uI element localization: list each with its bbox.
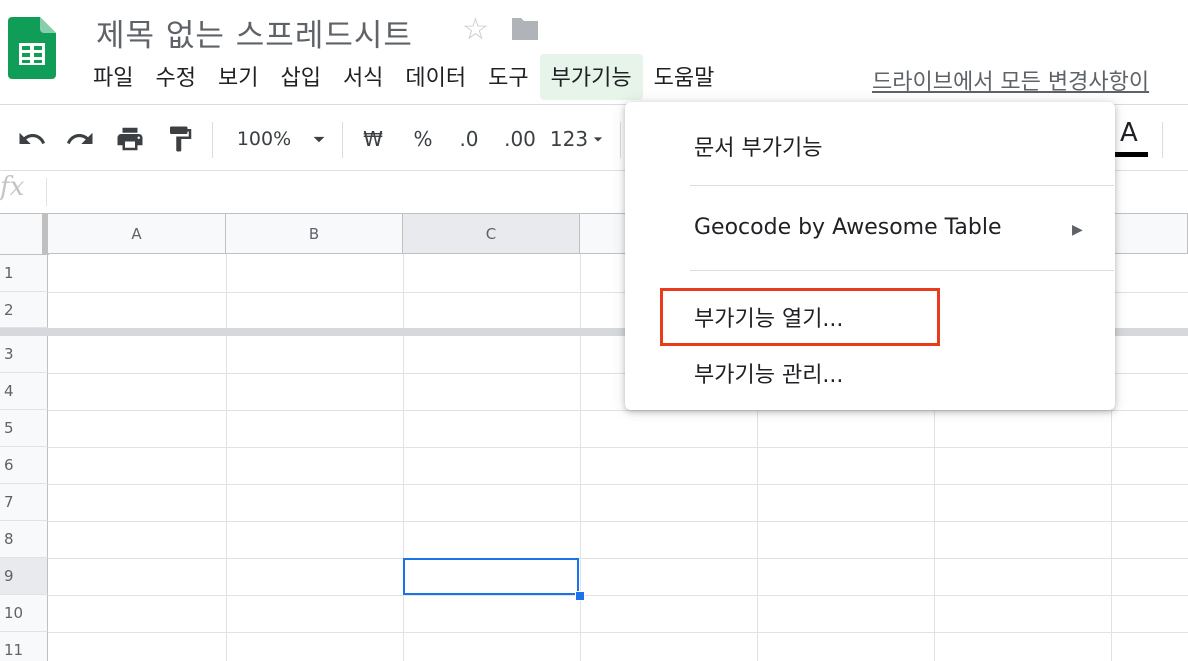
row-header-2[interactable]: 2	[0, 292, 48, 328]
selected-cell-c9[interactable]	[403, 558, 579, 595]
menu-addons[interactable]: 부가기능	[539, 54, 643, 100]
row-gridline	[48, 484, 1188, 485]
row-header-9[interactable]: 9	[0, 558, 48, 595]
row-header-8[interactable]: 8	[0, 521, 48, 558]
menu-item-document-addons[interactable]: 문서 부가기능	[694, 130, 822, 162]
row-gridline	[48, 632, 1188, 633]
last-edit-link[interactable]: 드라이브에서 모든 변경사항이	[872, 64, 1149, 96]
row-header-3[interactable]: 3	[0, 336, 48, 373]
toolbar-separator	[212, 122, 213, 158]
toolbar-separator	[342, 122, 343, 158]
menu-insert[interactable]: 삽입	[269, 54, 331, 100]
menu-item-geocode[interactable]: Geocode by Awesome Table	[694, 215, 1002, 240]
zoom-select[interactable]: 100%	[232, 124, 296, 154]
menu-format[interactable]: 서식	[332, 54, 394, 100]
addons-dropdown-menu: 문서 부가기능 Geocode by Awesome Table ▶ 부가기능 …	[625, 102, 1115, 410]
column-header-c[interactable]: C	[403, 214, 580, 254]
row-header-11[interactable]: 11	[0, 632, 48, 661]
menu-tools[interactable]: 도구	[477, 54, 539, 100]
highlight-box	[660, 288, 940, 346]
text-color-swatch	[1114, 152, 1148, 157]
menu-item-manage-addons[interactable]: 부가기능 관리...	[694, 357, 843, 389]
increase-decimals-button[interactable]: .00	[500, 124, 540, 154]
text-color-letter: A	[1120, 118, 1138, 148]
row-gridline	[48, 595, 1188, 596]
column-header-a[interactable]: A	[48, 214, 226, 254]
menu-edit[interactable]: 수정	[144, 54, 206, 100]
toolbar-separator	[1162, 122, 1163, 158]
column-gridline	[403, 254, 404, 661]
sheets-logo-icon[interactable]	[8, 17, 56, 79]
more-formats-button[interactable]: 123	[548, 124, 590, 154]
row-gridline	[48, 410, 1188, 411]
chevron-down-icon[interactable]	[306, 124, 332, 154]
folder-icon[interactable]	[510, 16, 540, 42]
text-color-button[interactable]: A	[1114, 118, 1148, 158]
document-title[interactable]: 제목 없는 스프레드시트	[96, 10, 413, 55]
row-header-4[interactable]: 4	[0, 373, 48, 410]
menu-help[interactable]: 도움말	[643, 54, 726, 100]
currency-format-button[interactable]: ₩	[358, 124, 388, 154]
row-header-10[interactable]: 10	[0, 595, 48, 632]
print-icon[interactable]	[114, 124, 146, 154]
column-gridline	[226, 254, 227, 661]
star-icon[interactable]: ☆	[462, 12, 489, 47]
percent-format-button[interactable]: %	[408, 124, 438, 154]
menu-separator	[690, 270, 1114, 271]
row-gridline	[48, 521, 1188, 522]
redo-icon[interactable]	[64, 124, 96, 154]
menu-view[interactable]: 보기	[207, 54, 269, 100]
formula-separator	[46, 178, 47, 206]
row-header-7[interactable]: 7	[0, 484, 48, 521]
submenu-arrow-icon: ▶	[1072, 222, 1083, 238]
chevron-down-icon[interactable]	[588, 124, 608, 154]
toolbar-separator	[620, 122, 621, 158]
menu-bar: 파일 수정 보기 삽입 서식 데이터 도구 부가기능 도움말	[82, 54, 725, 102]
undo-icon[interactable]	[16, 124, 48, 154]
row-gridline	[48, 558, 1188, 559]
paint-format-icon[interactable]	[164, 124, 196, 154]
fill-handle[interactable]	[575, 591, 585, 601]
row-header-1[interactable]: 1	[0, 255, 48, 292]
menu-file[interactable]: 파일	[82, 54, 144, 100]
decrease-decimals-button[interactable]: .0	[452, 124, 486, 154]
menu-data[interactable]: 데이터	[394, 54, 477, 100]
row-header-5[interactable]: 5	[0, 410, 48, 447]
row-gridline	[48, 447, 1188, 448]
menu-separator	[690, 185, 1114, 186]
fx-icon: fx	[0, 172, 25, 202]
row-header-6[interactable]: 6	[0, 447, 48, 484]
column-header-b[interactable]: B	[226, 214, 403, 254]
